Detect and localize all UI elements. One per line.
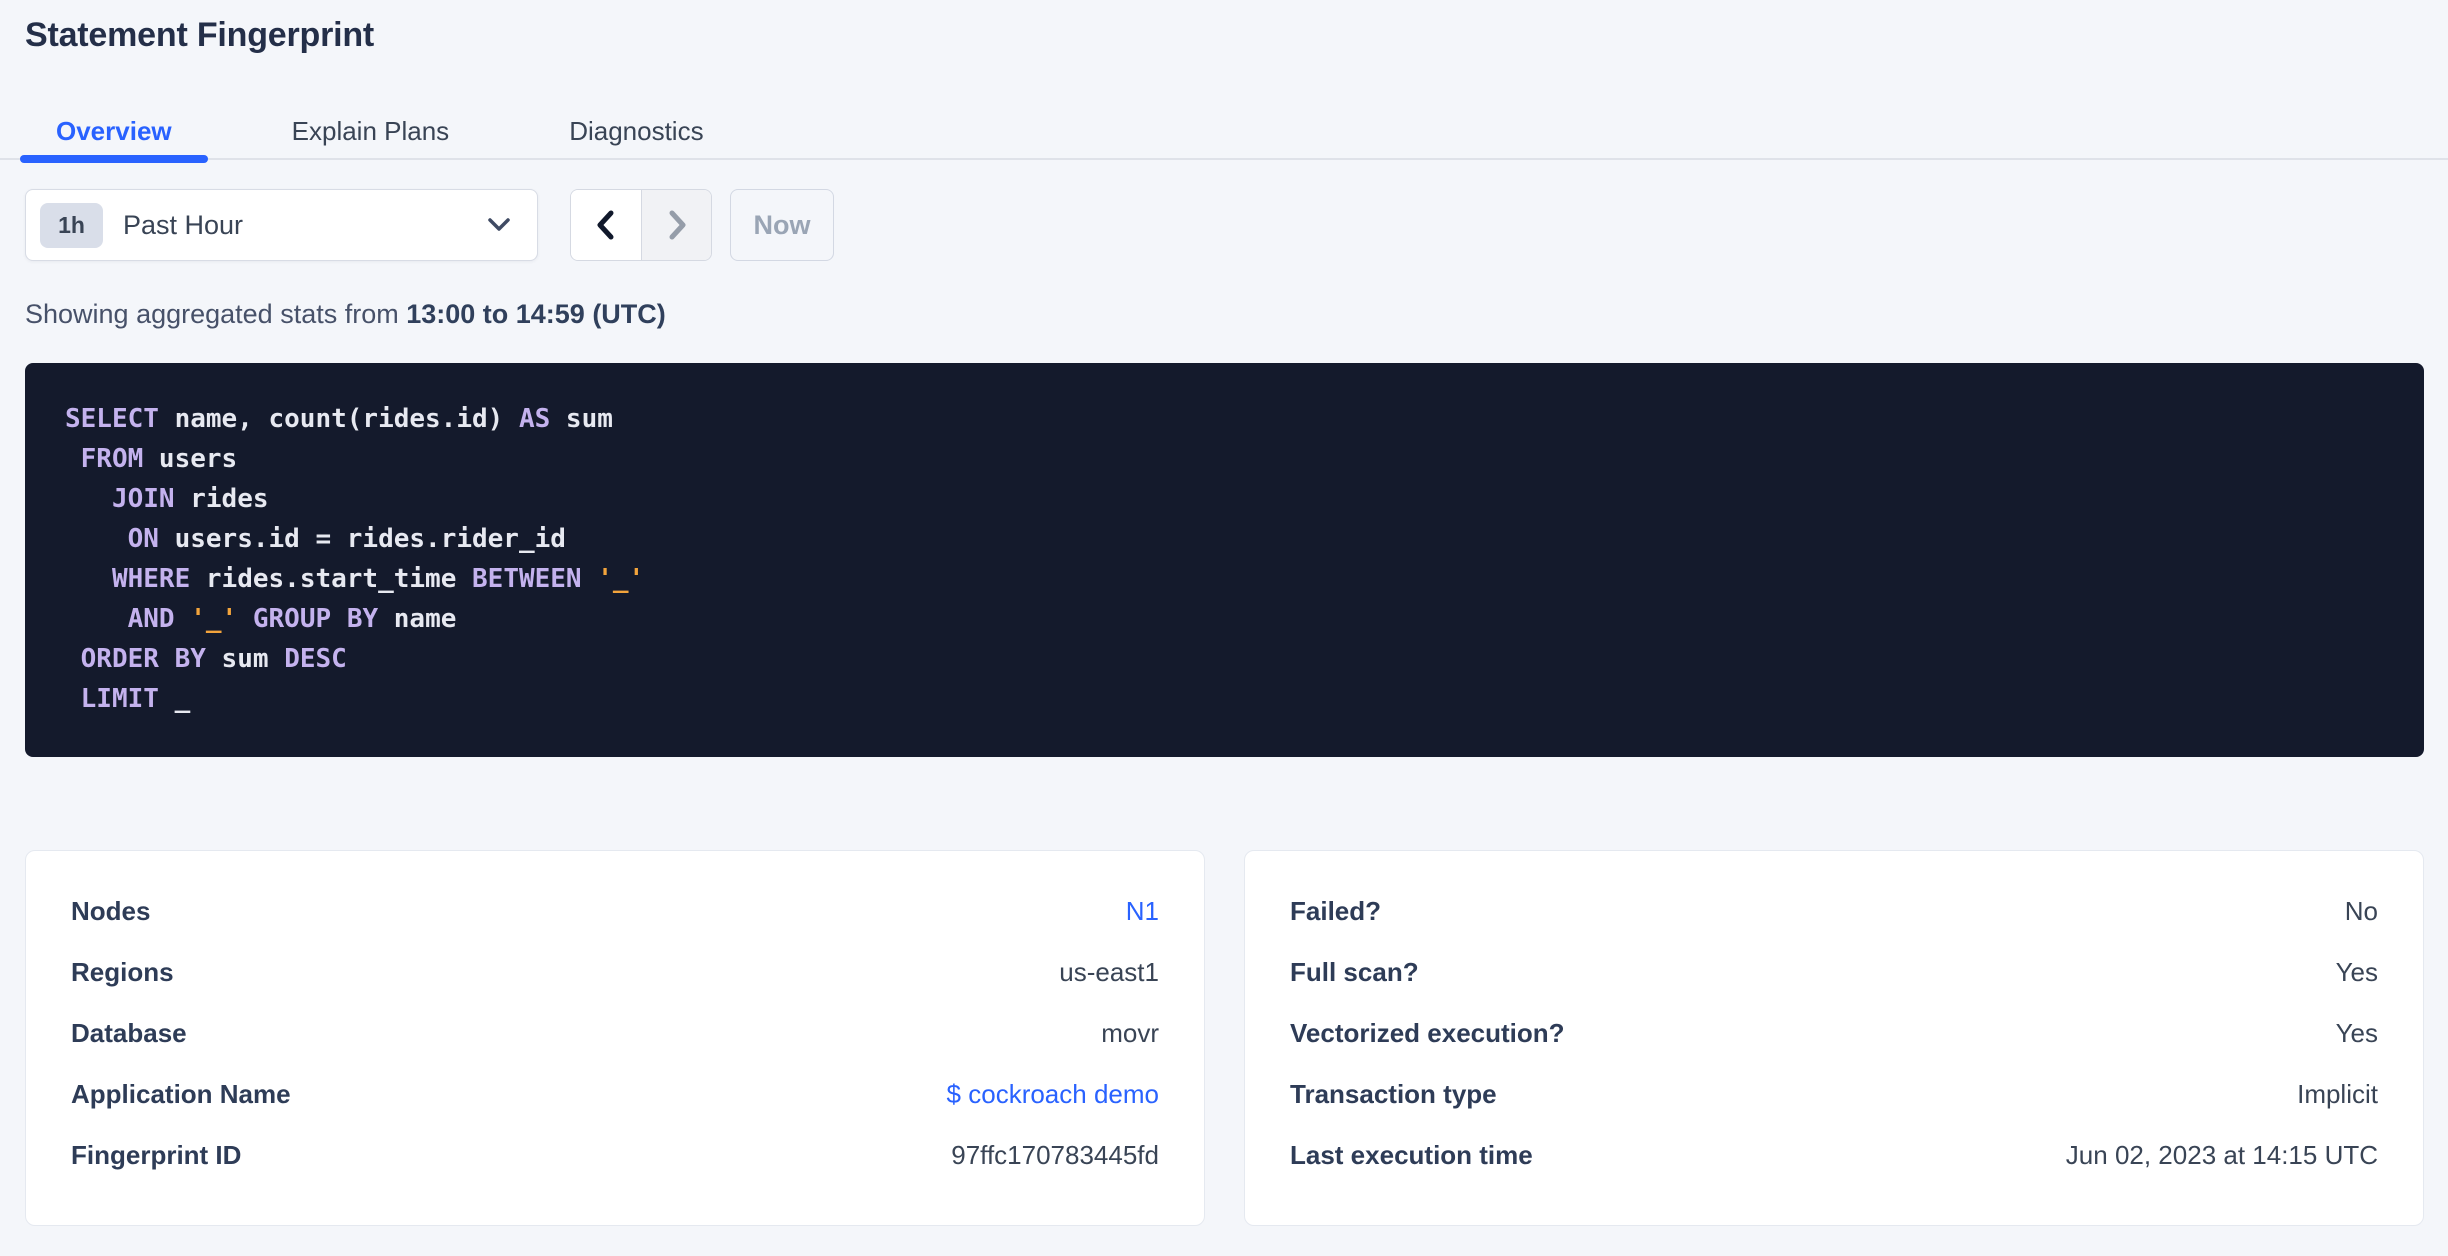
summary-row: Database movr — [71, 1003, 1159, 1064]
interval-badge: 1h — [40, 202, 103, 248]
row-label: Fingerprint ID — [71, 1140, 242, 1170]
time-toolbar: 1h Past Hour Now — [25, 189, 2448, 261]
chevron-down-icon — [487, 217, 511, 233]
chevron-left-icon — [591, 208, 621, 242]
summary-row: Last execution time Jun 02, 2023 at 14:15… — [1290, 1125, 2378, 1186]
tab-explain-plans[interactable]: Explain Plans — [256, 105, 486, 158]
summary-card-left: Nodes N1 Regions us-east1 Database movr Applic… — [25, 850, 1205, 1226]
summary-row: Regions us-east1 — [71, 942, 1159, 1003]
row-label: Application Name — [71, 1079, 291, 1109]
row-label: Regions — [71, 957, 174, 987]
row-value-link[interactable]: $ cockroach demo — [947, 1079, 1159, 1110]
row-value: No — [2344, 896, 2378, 926]
row-label: Failed? — [1290, 896, 1382, 926]
time-step-controls — [570, 189, 712, 261]
row-label: Nodes — [71, 896, 151, 926]
summary-row: Nodes N1 — [71, 881, 1159, 942]
row-label: Last execution time — [1290, 1140, 1533, 1170]
row-value: Yes — [2335, 957, 2378, 987]
row-value: us-east1 — [1059, 957, 1159, 987]
row-value-link[interactable]: N1 — [1126, 896, 1159, 927]
page-title: Statement Fingerprint — [25, 16, 375, 54]
row-label: Vectorized execution? — [1290, 1018, 1565, 1048]
time-interval-dropdown[interactable]: 1h Past Hour — [25, 189, 538, 261]
summary-row: Fingerprint ID 97ffc170783445fd — [71, 1125, 1159, 1186]
chevron-right-icon — [662, 208, 692, 242]
row-value: Yes — [2335, 1018, 2378, 1048]
sql-code: SELECT name, count(rides.id) AS sum FROM… — [65, 404, 645, 714]
row-value: Implicit — [2297, 1079, 2378, 1109]
summary-card-right: Failed? No Full scan? Yes Vectorized executi… — [1244, 850, 2424, 1226]
statement-fingerprint-page: Statement Fingerprint Overview Explain P… — [0, 0, 2448, 1256]
tab-explain-plans-label: Explain Plans — [291, 116, 450, 146]
row-value: movr — [1101, 1018, 1159, 1048]
row-label: Database — [71, 1018, 187, 1048]
row-label: Full scan? — [1290, 957, 1419, 987]
tab-diagnostics-label: Diagnostics — [569, 116, 704, 146]
summary-row: Transaction type Implicit — [1290, 1064, 2378, 1125]
interval-label: Past Hour — [123, 209, 244, 240]
summary-cards: Nodes N1 Regions us-east1 Database movr Applic… — [25, 850, 2424, 1226]
stats-line-prefix: Showing aggregated stats from — [25, 299, 407, 329]
aggregated-stats-line: Showing aggregated stats from 13:00 to 1… — [25, 299, 2448, 330]
sql-statement-box: SELECT name, count(rides.id) AS sum FROM… — [25, 363, 2424, 757]
tab-bar: Overview Explain Plans Diagnostics — [0, 105, 2448, 163]
previous-interval-button[interactable] — [571, 190, 641, 260]
tab-diagnostics[interactable]: Diagnostics — [533, 105, 739, 158]
summary-row: Application Name $ cockroach demo — [71, 1064, 1159, 1125]
row-value: 97ffc170783445fd — [951, 1140, 1159, 1170]
row-label: Transaction type — [1290, 1079, 1497, 1109]
now-button[interactable]: Now — [730, 189, 834, 261]
row-value: Jun 02, 2023 at 14:15 UTC — [2065, 1140, 2378, 1170]
next-interval-button[interactable] — [641, 190, 711, 260]
summary-row: Failed? No — [1290, 881, 2378, 942]
tab-overview-label: Overview — [56, 116, 172, 146]
summary-row: Vectorized execution? Yes — [1290, 1003, 2378, 1064]
summary-row: Full scan? Yes — [1290, 942, 2378, 1003]
stats-line-range: 13:00 to 14:59 (UTC) — [406, 299, 666, 329]
tab-overview[interactable]: Overview — [20, 105, 208, 163]
